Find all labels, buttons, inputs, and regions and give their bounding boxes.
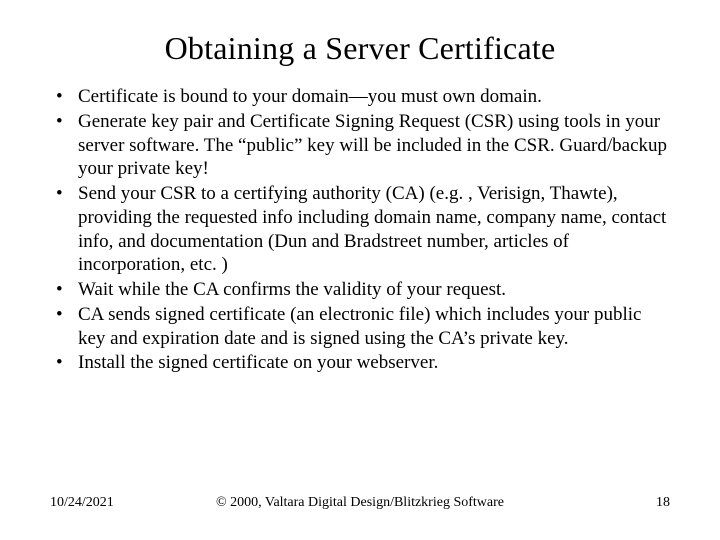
list-item: Generate key pair and Certificate Signin…: [50, 110, 670, 181]
footer-date: 10/24/2021: [50, 495, 114, 512]
list-item: CA sends signed certificate (an electron…: [50, 303, 670, 351]
list-item: Install the signed certificate on your w…: [50, 351, 670, 375]
slide-title: Obtaining a Server Certificate: [50, 30, 670, 67]
list-item: Send your CSR to a certifying authority …: [50, 182, 670, 277]
list-item: Certificate is bound to your domain—you …: [50, 85, 670, 109]
slide: Obtaining a Server Certificate Certifica…: [0, 0, 720, 375]
footer-page-number: 18: [656, 495, 670, 512]
footer: 10/24/2021 © 2000, Valtara Digital Desig…: [0, 495, 720, 512]
list-item: Wait while the CA confirms the validity …: [50, 278, 670, 302]
bullet-list: Certificate is bound to your domain—you …: [50, 85, 670, 375]
